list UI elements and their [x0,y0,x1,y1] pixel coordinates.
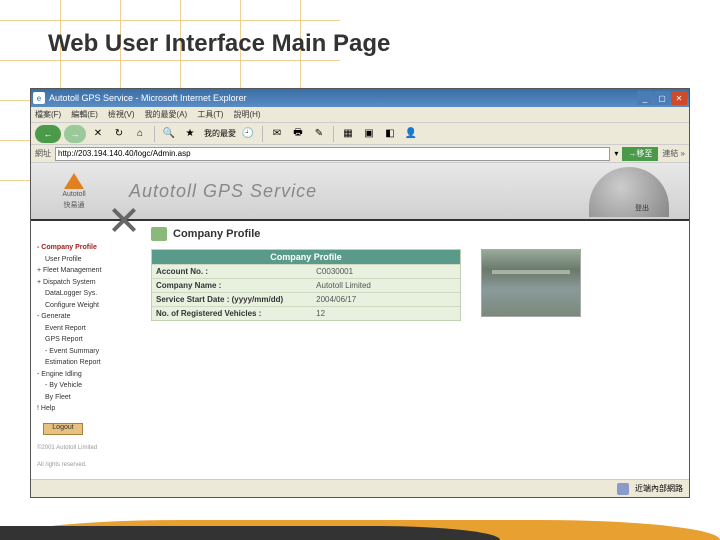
app-header: Autotoll 快易通 Autotoll GPS Service 登出 [31,163,689,221]
slide-title: Web User Interface Main Page [48,30,390,58]
menu-view[interactable]: 檢視(V) [108,109,135,120]
maximize-button[interactable]: ▢ [654,91,670,105]
address-value: http://203.194.140.40/logc/Admin.asp [58,149,191,158]
print-button[interactable]: 🖶 [289,125,307,143]
messenger-icon[interactable]: 👤 [402,125,420,143]
page-content: Autotoll 快易通 Autotoll GPS Service 登出 - C… [31,163,689,479]
profile-panel-title: Company Profile [152,250,460,264]
address-input[interactable]: http://203.194.140.40/logc/Admin.asp [55,147,610,161]
profile-label: Company Name : [152,279,312,292]
search-button[interactable]: 🔍 [160,125,178,143]
addressbar: 網址 http://203.194.140.40/logc/Admin.asp … [31,145,689,163]
titlebar: e Autotoll GPS Service - Microsoft Inter… [31,89,689,107]
menubar: 檔案(F) 編輯(E) 檢視(V) 我的最愛(A) 工具(T) 說明(H) [31,107,689,123]
minimize-button[interactable]: _ [637,91,653,105]
profile-value: 2004/06/17 [312,293,460,306]
sidebar-item-7[interactable]: Event Report [37,324,137,335]
profile-value: C0030001 [312,265,460,278]
back-button[interactable]: ← [35,125,61,143]
go-button[interactable]: → 移至 [622,147,658,161]
profile-label: Service Start Date : (yyyy/mm/dd) [152,293,312,306]
stop-button[interactable]: ✕ [89,125,107,143]
sidebar-item-3[interactable]: + Dispatch System [37,278,137,289]
profile-row: Account No. :C0030001 [152,264,460,278]
toolbar: ← → ✕ ↻ ⌂ 🔍 ★ 我的最愛 🕘 ✉ 🖶 ✎ ▦ ▣ ◧ 👤 [31,123,689,145]
profile-value: Autotoll Limited [312,279,460,292]
sidebar-item-1[interactable]: User Profile [37,255,137,266]
section-header: Company Profile [151,227,679,241]
sidebar-item-2[interactable]: + Fleet Management [37,266,137,277]
sidebar-item-0[interactable]: - Company Profile [37,243,137,254]
sidebar-item-6[interactable]: - Generate [37,312,137,323]
toolbar-icon[interactable]: ▦ [339,125,357,143]
favorites-button[interactable]: ★ [181,125,199,143]
menu-file[interactable]: 檔案(F) [35,109,61,120]
profile-panel: Company Profile Account No. :C0030001Com… [151,249,461,321]
mail-button[interactable]: ✉ [268,125,286,143]
copyright-2: All rights reserved. [37,462,137,470]
traffic-image [481,249,581,317]
history-button[interactable]: 🕘 [239,125,257,143]
statusbar: 近端內部網路 [31,479,689,497]
satellite-icon [109,205,139,235]
status-text: 近端內部網路 [635,483,683,494]
profile-value: 12 [312,307,460,320]
slide-footer-wave [0,512,720,540]
logo-icon [64,173,84,189]
profile-label: No. of Registered Vehicles : [152,307,312,320]
links-label[interactable]: 連結 » [662,148,685,159]
profile-row: No. of Registered Vehicles :12 [152,306,460,320]
globe-graphic [589,167,669,217]
logout-link[interactable]: 登出 [635,203,649,213]
profile-label: Account No. : [152,265,312,278]
sidebar-item-14[interactable]: ! Help [37,404,137,415]
status-zone-icon [617,483,629,495]
logo: Autotoll 快易通 [39,166,109,216]
home-button[interactable]: ⌂ [131,125,149,143]
forward-button[interactable]: → [64,125,86,143]
copyright-1: ©2001 Autotoll Limited [37,445,137,453]
section-title: Company Profile [173,228,260,240]
toolbar-icon[interactable]: ▣ [360,125,378,143]
sidebar-item-9[interactable]: - Event Summary [37,347,137,358]
main-panel: Company Profile Company Profile Account … [141,221,689,479]
address-label: 網址 [35,148,51,159]
logo-subtext: 快易通 [64,200,85,210]
sidebar-item-12[interactable]: - By Vehicle [37,381,137,392]
browser-window: e Autotoll GPS Service - Microsoft Inter… [30,88,690,498]
menu-edit[interactable]: 編輯(E) [71,109,98,120]
sidebar-item-10[interactable]: Estimation Report [37,358,137,369]
profile-row: Service Start Date : (yyyy/mm/dd)2004/06… [152,292,460,306]
sidebar-item-8[interactable]: GPS Report [37,335,137,346]
sidebar-item-5[interactable]: Configure Weight [37,301,137,312]
address-dropdown-icon[interactable]: ▾ [614,149,618,158]
close-button[interactable]: ✕ [671,91,687,105]
sidebar-item-11[interactable]: - Engine Idling [37,370,137,381]
toolbar-icon[interactable]: ◧ [381,125,399,143]
profile-icon [151,227,167,241]
menu-help[interactable]: 說明(H) [233,109,260,120]
edit-button[interactable]: ✎ [310,125,328,143]
ie-icon: e [33,92,45,104]
sidebar-item-4[interactable]: DataLogger Sys. [37,289,137,300]
sidebar-nav: - Company ProfileUser Profile+ Fleet Man… [31,221,141,479]
logout-button[interactable]: Logout [43,423,83,435]
profile-row: Company Name :Autotoll Limited [152,278,460,292]
favorites-label: 我的最愛 [204,128,236,139]
menu-favorites[interactable]: 我的最愛(A) [145,109,188,120]
window-title: Autotoll GPS Service - Microsoft Interne… [49,93,637,103]
sidebar-item-13[interactable]: By Fleet [37,393,137,404]
logo-text: Autotoll [62,191,85,198]
app-title: Autotoll GPS Service [129,181,317,202]
refresh-button[interactable]: ↻ [110,125,128,143]
menu-tools[interactable]: 工具(T) [197,109,223,120]
